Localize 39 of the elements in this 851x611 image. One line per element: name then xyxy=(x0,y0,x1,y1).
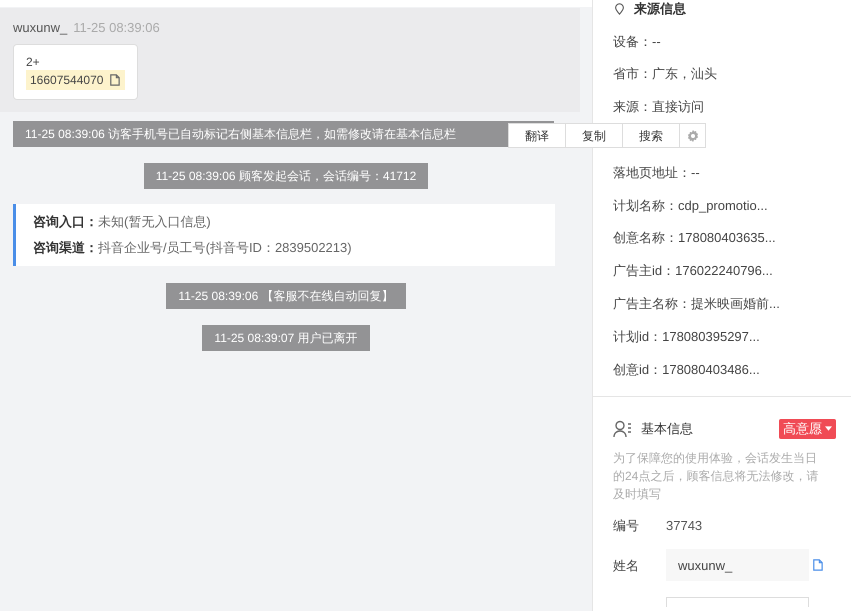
caret-icon[interactable] xyxy=(825,426,832,432)
info-row-text: 计划id：178080395297... xyxy=(613,328,760,346)
notice-text: 为了保障您的使用体验，会话发生当日的24点之后，顾客信息将无法修改，请及时填写 xyxy=(613,450,820,503)
menu-item[interactable]: 翻译 xyxy=(509,124,566,147)
person-list-icon xyxy=(613,420,633,438)
settings-icon[interactable] xyxy=(686,128,700,142)
info-row-text: 省市：广东，汕头 xyxy=(613,65,717,84)
info-row-text: 创意id：178080403486... xyxy=(613,360,760,379)
field-label: 编号 xyxy=(613,516,640,535)
copy-icon[interactable] xyxy=(811,558,824,572)
message-text: 2+ xyxy=(26,54,40,70)
field-label: 姓名 xyxy=(613,556,640,575)
menu-item[interactable]: 复制 xyxy=(566,124,623,147)
info-row-text: 落地页地址：-- xyxy=(613,164,700,182)
menu-item[interactable]: 搜索 xyxy=(623,124,680,147)
input-field[interactable] xyxy=(666,597,809,608)
info-row-text: 来源：直接访问 xyxy=(613,98,704,116)
info-row-text: 广告主名称：提米映画婚前... xyxy=(613,295,780,314)
section-title: 来源信息 xyxy=(634,2,686,16)
field-label: 咨询入口： xyxy=(33,212,98,230)
copy-icon[interactable] xyxy=(108,72,122,86)
field-value: 37743 xyxy=(666,516,702,535)
field-label: 咨询渠道： xyxy=(33,239,98,257)
system-message: 11-25 08:39:07 用户已离开 xyxy=(202,324,370,350)
info-row-text: 计划名称：cdp_promotio... xyxy=(613,196,768,215)
field-value: 抖音企业号/员工号(抖音号ID：2839502213) xyxy=(98,239,352,257)
message-time: 11-25 08:39:06 xyxy=(73,19,160,37)
field-value: 未知(暂无入口信息) xyxy=(98,212,211,231)
info-row-text: 创意名称：178080403635... xyxy=(613,229,776,248)
system-message: 11-25 08:39:06 顾客发起会话，会话编号：41712 xyxy=(144,162,428,188)
sender-name: wuxunw_ xyxy=(13,19,68,37)
input-field[interactable]: wuxunw_ xyxy=(666,549,809,582)
section-title: 基本信息 xyxy=(641,420,693,438)
info-row-text: 设备：-- xyxy=(613,32,661,51)
system-message: 11-25 08:39:06 【客服不在线自动回复】 xyxy=(166,282,406,308)
phone-number: 16607544070 xyxy=(30,72,104,88)
info-row-text: 广告主id：176022240796... xyxy=(613,262,773,280)
location-pin-icon xyxy=(613,3,626,15)
intent-dropdown[interactable]: 高意愿 xyxy=(779,418,836,439)
